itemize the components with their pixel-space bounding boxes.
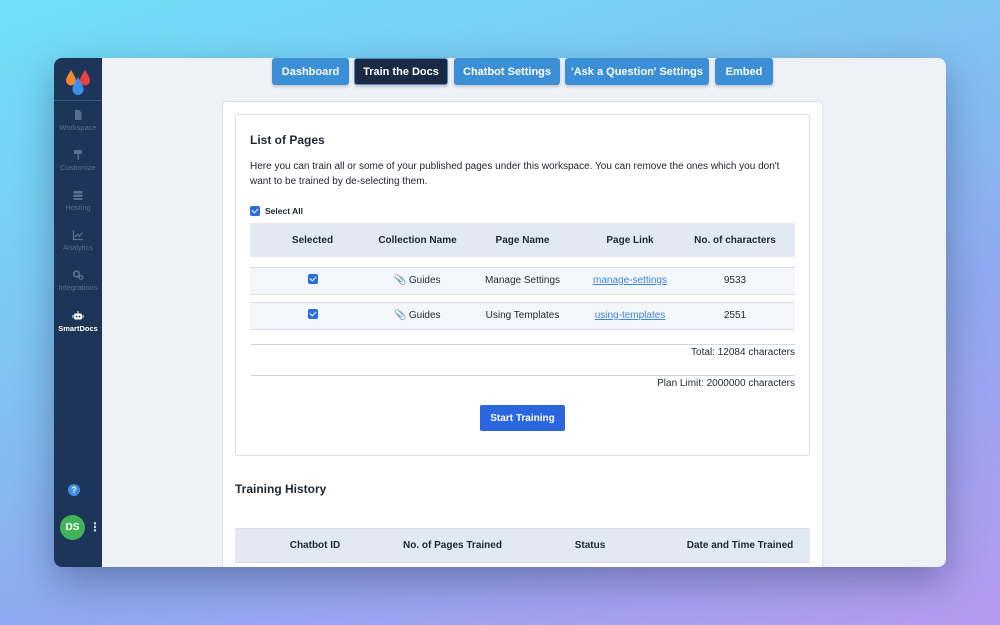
sidebar-item-label: SmartDocs <box>58 324 98 333</box>
divider <box>250 344 795 345</box>
robot-icon <box>72 311 84 320</box>
sidebar-item-label: Workspace <box>59 123 97 132</box>
collection-name: Guides <box>408 310 441 321</box>
sidebar-item-label: Analytics <box>62 243 93 252</box>
paint-roller-icon <box>74 150 82 160</box>
row-checkbox[interactable] <box>307 274 318 284</box>
row-checkbox[interactable] <box>307 309 318 319</box>
column-header: Page Name <box>460 223 585 257</box>
sidebar-item-label: Customize <box>60 163 96 172</box>
more-options-icon[interactable]: ⋮ <box>89 520 101 534</box>
sidebar-item-analytics[interactable]: Analytics <box>54 229 102 252</box>
column-header: Collection Name <box>375 223 460 257</box>
page-name: Using Templates <box>460 301 585 330</box>
avatar[interactable]: DS <box>60 515 85 540</box>
sidebar: Workspace Customize Hosting Analytics In… <box>54 58 102 567</box>
paperclip-icon: 📎 <box>394 275 407 286</box>
sidebar-item-smartdocs[interactable]: SmartDocs <box>54 310 102 333</box>
page-link[interactable]: manage-settings <box>593 275 667 286</box>
page-list-title: List of Pages <box>250 133 325 147</box>
tab-embed[interactable]: Embed <box>715 58 773 85</box>
character-count: 2551 <box>675 301 795 330</box>
tab-train-the-docs[interactable]: Train the Docs <box>354 58 448 85</box>
column-header: Date and Time Trained <box>670 528 810 563</box>
training-history-title: Training History <box>235 482 327 496</box>
tab-chatbot-settings[interactable]: Chatbot Settings <box>454 58 560 85</box>
logo-divider <box>54 100 102 101</box>
column-header: No. of characters <box>675 223 795 257</box>
app-window: Workspace Customize Hosting Analytics In… <box>54 58 946 567</box>
training-history-table: Chatbot ID No. of Pages Trained Status D… <box>235 528 810 563</box>
server-icon <box>73 191 83 200</box>
column-header: Status <box>510 528 670 563</box>
paperclip-icon: 📎 <box>394 310 407 321</box>
select-all-label: Select All <box>265 206 303 216</box>
tab-ask-question-settings[interactable]: 'Ask a Question' Settings <box>565 58 709 85</box>
column-header: Page Link <box>585 223 675 257</box>
sidebar-item-label: Integrations <box>58 283 98 292</box>
table-row: 📎 Guides Manage Settings manage-settings … <box>250 266 795 295</box>
plan-limit: Plan Limit: 2000000 characters <box>657 378 795 389</box>
table-row: 📎 Guides Using Templates using-templates … <box>250 301 795 330</box>
main-content: List of Pages Here you can train all or … <box>222 101 823 567</box>
pages-table: Selected Collection Name Page Name Page … <box>250 223 795 330</box>
chart-line-icon <box>72 230 83 241</box>
gears-icon <box>72 270 84 280</box>
select-all[interactable]: Select All <box>250 206 303 216</box>
column-header: Chatbot ID <box>235 528 395 563</box>
sidebar-item-customize[interactable]: Customize <box>54 149 102 172</box>
page-link[interactable]: using-templates <box>595 310 666 321</box>
character-count: 9533 <box>675 266 795 295</box>
total-characters: Total: 12084 characters <box>691 347 795 358</box>
sidebar-item-integrations[interactable]: Integrations <box>54 269 102 292</box>
help-icon[interactable]: ? <box>68 484 80 496</box>
page-name: Manage Settings <box>460 266 585 295</box>
sidebar-item-hosting[interactable]: Hosting <box>54 189 102 212</box>
logo-icon <box>66 70 90 95</box>
document-icon <box>75 110 82 120</box>
sidebar-item-workspace[interactable]: Workspace <box>54 109 102 132</box>
sidebar-item-label: Hosting <box>65 203 91 212</box>
pages-panel: List of Pages Here you can train all or … <box>235 114 810 456</box>
pages-description: Here you can train all or some of your p… <box>250 161 780 187</box>
start-training-button[interactable]: Start Training <box>480 405 565 431</box>
column-header: No. of Pages Trained <box>395 528 510 563</box>
tab-dashboard[interactable]: Dashboard <box>272 58 349 85</box>
divider <box>250 375 795 376</box>
collection-name: Guides <box>408 275 441 286</box>
select-all-checkbox[interactable] <box>250 206 260 216</box>
column-header: Selected <box>250 223 375 257</box>
